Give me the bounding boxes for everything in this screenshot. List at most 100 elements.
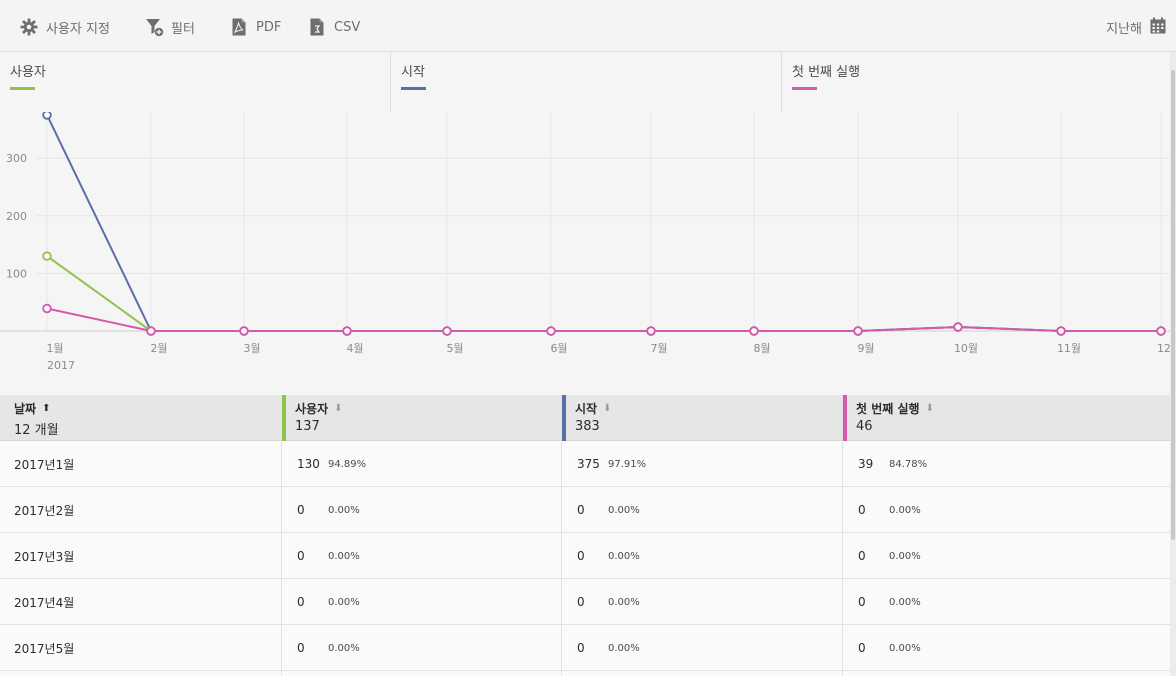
cell-first-launch-value: 0	[858, 641, 866, 655]
metric-first-launch-swatch	[792, 87, 817, 90]
data-point	[1156, 326, 1166, 336]
cell-first-launch-percent: 84.78%	[889, 458, 928, 470]
cell-first-launch: 39 84.78%	[844, 441, 927, 487]
cell-launches-percent: 0.00%	[608, 504, 640, 516]
cell-launches: 0 0.00%	[563, 625, 640, 671]
cell-date: 2017년4월	[14, 595, 75, 610]
cell-first-launch: 0 0.00%	[844, 625, 921, 671]
table-row[interactable]: 2017년5월 0 0.00% 0 0.00% 0 0.00%	[0, 625, 1170, 671]
cell-launches-value: 0	[577, 503, 585, 517]
cell-first-launch: 0 0.00%	[844, 487, 921, 533]
col-first-launch-total: 46	[856, 419, 873, 434]
cell-launches: 375 97.91%	[563, 441, 646, 487]
series-line	[46, 307, 1161, 332]
data-point	[442, 326, 452, 336]
x-tick-label: 7월	[650, 342, 667, 355]
metric-users[interactable]: 사용자	[0, 52, 390, 112]
data-point	[42, 251, 52, 261]
series-line	[46, 114, 1161, 332]
data-point	[646, 326, 656, 336]
table-header: 날짜 ⬆ 12 개월 사용자 ⬇ 137 시작 ⬇ 383 첫 번째 실행 ⬇ 46	[0, 395, 1170, 441]
date-range-picker[interactable]: 지난해	[1106, 14, 1166, 40]
cell-users: 0 0.00%	[283, 625, 360, 671]
col-date-total: 12 개월	[14, 423, 59, 438]
x-tick-label: 5월	[446, 342, 463, 355]
line-chart: 100 200 300 1월 2월 3월 4월 5월 6월 7월 8월 9월 10월 11월 12월 2017	[0, 110, 1176, 390]
table-row[interactable]: 2017년3월 0 0.00% 0 0.00% 0 0.00%	[0, 533, 1170, 579]
data-table: 날짜 ⬆ 12 개월 사용자 ⬇ 137 시작 ⬇ 383 첫 번째 실행 ⬇ 46 2…	[0, 395, 1170, 676]
x-tick-label: 10월	[954, 342, 978, 355]
sort-asc-icon[interactable]: ⬆	[42, 403, 50, 414]
col-header-first-launch[interactable]: 첫 번째 실행 ⬇ 46	[842, 395, 1170, 441]
table-row[interactable]: 2017년1월 130 94.89% 375 97.91% 39 84.78%	[0, 441, 1170, 487]
cell-first-launch-percent: 0.00%	[889, 596, 921, 608]
col-first-launch-title: 첫 번째 실행	[856, 402, 920, 416]
x-tick-label: 12월	[1157, 342, 1170, 355]
cell-users: 130 94.89%	[283, 441, 366, 487]
cell-launches-percent: 0.00%	[608, 642, 640, 654]
cell-users-value: 0	[297, 641, 305, 655]
sort-desc-icon[interactable]: ⬇	[926, 403, 934, 414]
cell-date: 2017년3월	[14, 549, 75, 564]
vertical-scrollbar[interactable]	[1170, 52, 1176, 676]
x-year-label: 2017	[47, 359, 75, 372]
table-row[interactable]: 2017년4월 0 0.00% 0 0.00% 0 0.00%	[0, 579, 1170, 625]
data-point	[749, 326, 759, 336]
col-header-users[interactable]: 사용자 ⬇ 137	[281, 395, 561, 441]
metric-legend: 사용자 시작 첫 번째 실행	[0, 52, 1170, 112]
metric-users-label: 사용자	[10, 65, 46, 80]
sort-desc-icon[interactable]: ⬇	[334, 403, 342, 414]
scrollbar-thumb[interactable]	[1171, 70, 1175, 540]
cell-first-launch: 0 0.00%	[844, 579, 921, 625]
data-point	[42, 110, 52, 120]
col-header-date[interactable]: 날짜 ⬆ 12 개월	[0, 395, 281, 441]
cell-date: 2017년5월	[14, 641, 75, 656]
series-line	[46, 255, 1161, 332]
cell-launches-percent: 97.91%	[608, 458, 647, 470]
x-tick-label: 4월	[346, 342, 363, 355]
cell-date: 2017년2월	[14, 503, 75, 518]
customize-button[interactable]: 사용자 지정	[18, 14, 110, 40]
cell-users-percent: 0.00%	[328, 642, 360, 654]
table-row[interactable]: 2017년2월 0 0.00% 0 0.00% 0 0.00%	[0, 487, 1170, 533]
metric-first-launch-label: 첫 번째 실행	[792, 65, 861, 80]
metric-launches[interactable]: 시작	[390, 52, 781, 112]
pdf-button[interactable]: PDF	[228, 14, 281, 40]
data-point	[146, 326, 156, 336]
col-date-title: 날짜	[14, 402, 37, 416]
cell-first-launch-value: 39	[858, 457, 874, 471]
col-header-launches[interactable]: 시작 ⬇ 383	[561, 395, 842, 441]
line-chart-svg: 100 200 300 1월 2월 3월 4월 5월 6월 7월 8월 9월 10월 11월 12월 2017	[0, 110, 1176, 372]
x-tick-label: 6월	[550, 342, 567, 355]
cell-launches-value: 0	[577, 549, 585, 563]
x-tick-label: 8월	[753, 342, 770, 355]
metric-first-launch[interactable]: 첫 번째 실행	[781, 52, 1170, 112]
customize-label: 사용자 지정	[46, 21, 110, 37]
cell-users-percent: 0.00%	[328, 504, 360, 516]
csv-button[interactable]: CSV	[306, 14, 360, 40]
pdf-icon	[228, 16, 250, 38]
col-users-title: 사용자	[295, 402, 329, 416]
cell-launches-percent: 0.00%	[608, 596, 640, 608]
sort-desc-icon[interactable]: ⬇	[603, 403, 611, 414]
cell-date: 2017년1월	[14, 457, 75, 472]
y-tick-label: 300	[6, 152, 27, 165]
cell-users-value: 130	[297, 457, 320, 471]
data-point	[342, 326, 352, 336]
filter-button[interactable]: 필터	[143, 14, 195, 40]
date-range-label: 지난해	[1106, 21, 1142, 37]
metric-users-swatch	[10, 87, 35, 90]
col-launches-total: 383	[575, 419, 600, 434]
cell-launches: 0 0.00%	[563, 533, 640, 579]
x-tick-label: 2월	[150, 342, 167, 355]
cell-first-launch-percent: 0.00%	[889, 504, 921, 516]
cell-first-launch-percent: 0.00%	[889, 550, 921, 562]
cell-launches-value: 0	[577, 595, 585, 609]
col-users-total: 137	[295, 419, 320, 434]
cell-users-value: 0	[297, 595, 305, 609]
metric-launches-label: 시작	[401, 65, 425, 80]
x-tick-label: 11월	[1057, 342, 1081, 355]
data-point	[546, 326, 556, 336]
cell-launches: 0 0.00%	[563, 579, 640, 625]
cell-first-launch-value: 0	[858, 595, 866, 609]
